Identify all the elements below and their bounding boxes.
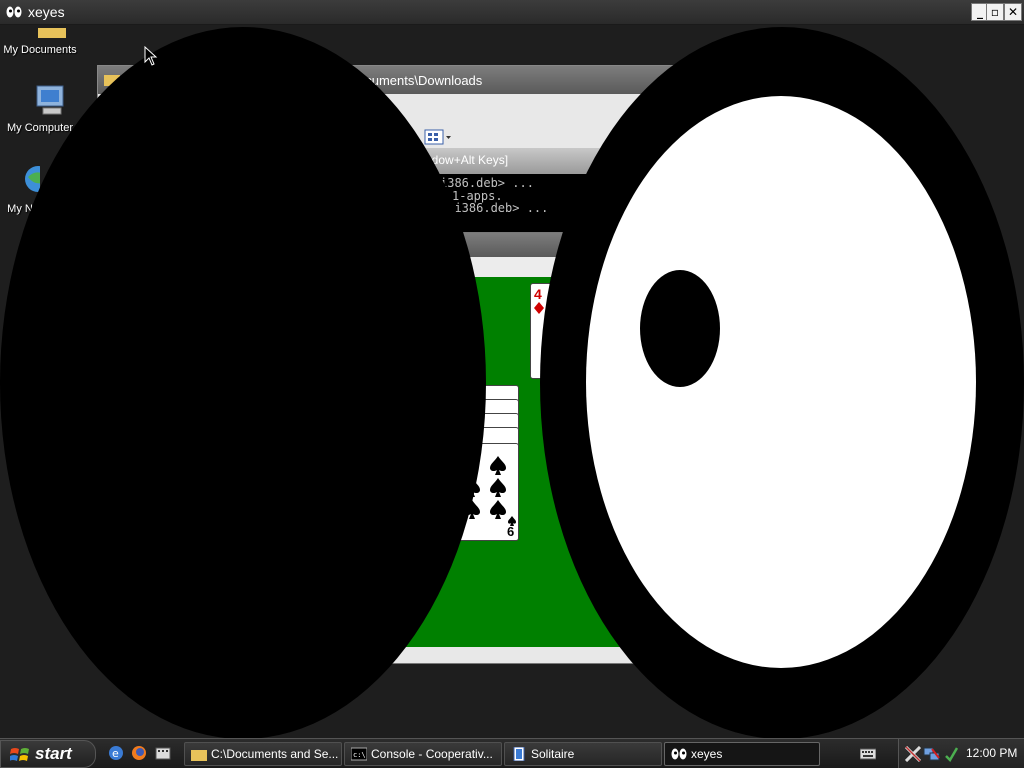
keyboard-icon[interactable]: [860, 747, 876, 761]
x-server-icon[interactable]: [905, 746, 921, 762]
task-label: xeyes: [691, 747, 723, 761]
card-rank: 6: [507, 524, 515, 539]
task-label: C:\Documents and Se...: [211, 747, 339, 761]
eyes-icon: [671, 748, 687, 760]
desktop-icon-label: My Documents: [3, 44, 77, 56]
clock[interactable]: 12:00 PM: [966, 746, 1017, 760]
task-label: Solitaire: [531, 747, 575, 761]
console-line: i386.deb> ...: [440, 176, 534, 190]
close-button[interactable]: ✕: [1004, 3, 1022, 21]
console-icon: c:\: [351, 747, 367, 761]
svg-text:c:\: c:\: [353, 751, 366, 759]
firefox-icon[interactable]: [131, 745, 147, 761]
desktop-icon-my-computer[interactable]: My Computer: [0, 82, 80, 134]
folder-icon: [191, 750, 207, 761]
desktop-icon-my-documents[interactable]: My Documents: [0, 25, 80, 56]
media-icon[interactable]: [155, 745, 171, 761]
folder-icon: [38, 28, 66, 38]
xeyes-title: xeyes: [28, 4, 65, 20]
card-rank: 4: [534, 286, 542, 302]
right-eye-white: [586, 96, 976, 668]
start-button[interactable]: start: [0, 740, 96, 768]
task-label: Console - Cooperativ...: [371, 747, 493, 761]
start-label: start: [35, 744, 72, 763]
task-xeyes[interactable]: xeyes: [664, 742, 820, 766]
computer-icon: [36, 85, 64, 115]
solitaire-icon: [513, 747, 525, 761]
task-solitaire[interactable]: Solitaire: [504, 742, 662, 766]
taskbar: start e C:\Documents and Se... c:\ Conso…: [0, 738, 1024, 768]
xeyes-titlebar[interactable]: xeyes _ ▫ ✕: [0, 0, 1024, 25]
views-icon[interactable]: [424, 128, 452, 146]
right-eye-pupil: [640, 270, 720, 387]
eyes-icon: [6, 6, 22, 18]
windows-logo-icon: [10, 748, 29, 761]
task-explorer[interactable]: C:\Documents and Se...: [184, 742, 342, 766]
network-tray-icon[interactable]: [923, 746, 941, 762]
task-console[interactable]: c:\ Console - Cooperativ...: [344, 742, 502, 766]
diamond-icon: [534, 302, 544, 314]
system-tray: 12:00 PM: [898, 739, 1024, 768]
xeyes-window: My Documents My Computer My N ocuments\D…: [0, 0, 1024, 738]
restore-button[interactable]: ▫: [986, 3, 1004, 21]
svg-text:e: e: [112, 747, 119, 760]
ie-icon[interactable]: e: [108, 745, 124, 761]
mouse-cursor-icon: [144, 46, 158, 66]
security-tray-icon[interactable]: [944, 746, 958, 762]
desktop-icon-label: My Computer: [6, 122, 74, 134]
left-eye: [0, 27, 486, 738]
console-title: ndow+Alt Keys]: [425, 153, 509, 167]
